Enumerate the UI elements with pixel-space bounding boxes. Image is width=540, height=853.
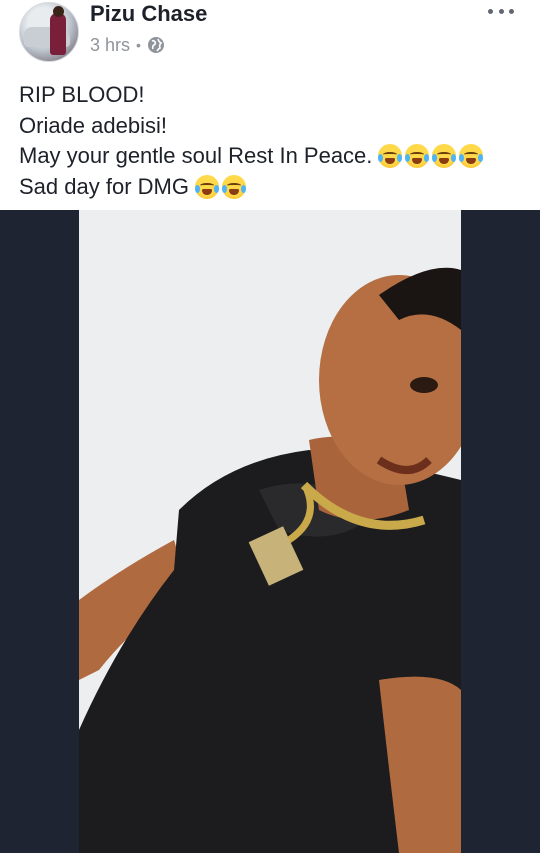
post-text: RIP BLOOD! Oriade adebisi! May your gent… (19, 80, 529, 202)
globe-icon[interactable] (147, 36, 165, 54)
crying-laughing-emoji (194, 174, 219, 199)
crying-laughing-emoji (405, 144, 430, 169)
post-line-1: RIP BLOOD! (19, 82, 145, 107)
emoji-group-line4 (194, 174, 249, 199)
crying-laughing-emoji (221, 174, 246, 199)
post-meta: 3 hrs • (90, 34, 165, 56)
post-time[interactable]: 3 hrs (90, 34, 130, 56)
post-line-2: Oriade adebisi! (19, 112, 167, 138)
avatar-person (50, 13, 66, 55)
more-options-icon[interactable] (488, 4, 514, 18)
emoji-group-line3 (378, 144, 486, 169)
post-line-3: May your gentle soul Rest In Peace. (19, 141, 529, 172)
author-name[interactable]: Pizu Chase (90, 0, 207, 28)
post-photo[interactable] (0, 210, 540, 853)
post-line-4: Sad day for DMG (19, 172, 529, 203)
crying-laughing-emoji (432, 144, 457, 169)
meta-separator: • (136, 37, 141, 53)
avatar-head (53, 6, 64, 17)
crying-laughing-emoji (378, 144, 403, 169)
post-header: Pizu Chase 3 hrs • (0, 0, 540, 66)
crying-laughing-emoji (459, 144, 484, 169)
photo-of-man-in-black-shirt (79, 210, 461, 853)
author-avatar[interactable] (19, 2, 79, 62)
